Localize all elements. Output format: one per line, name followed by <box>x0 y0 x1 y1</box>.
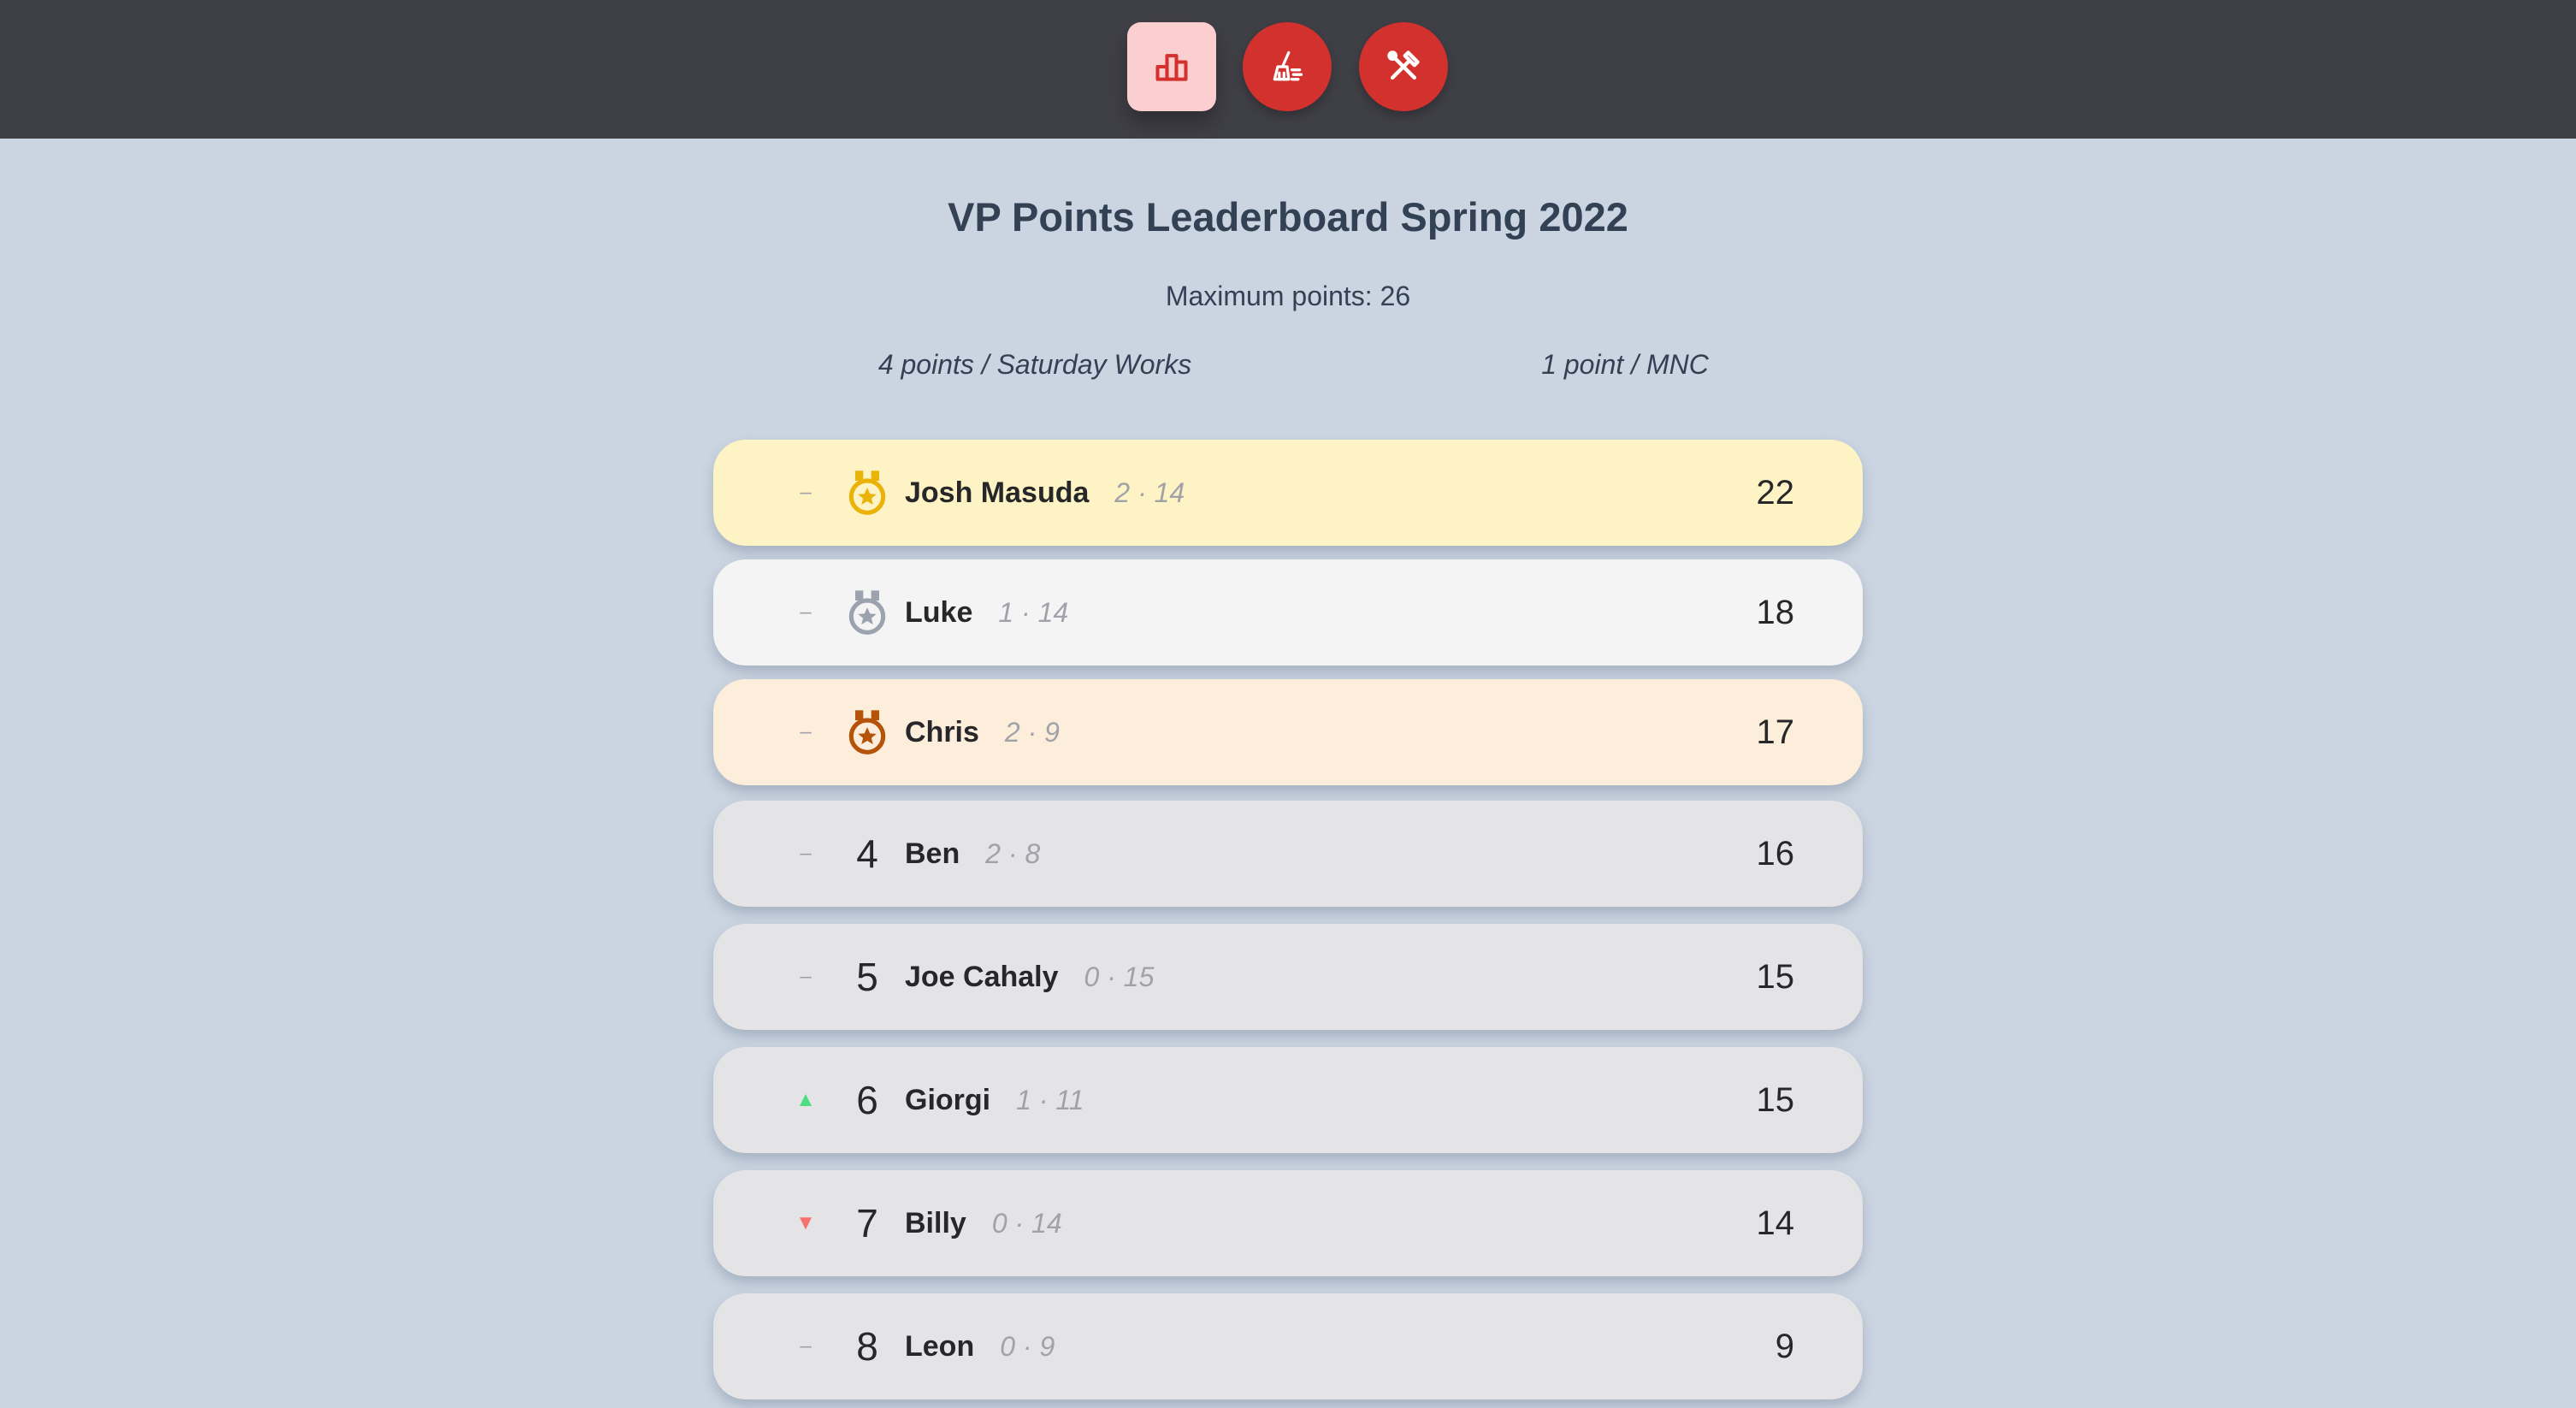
leaderboard-row[interactable]: – Luke 1 · 14 18 <box>713 559 1863 666</box>
player-rank: 7 <box>856 1201 878 1245</box>
player-name: Joe Cahaly 0 · 15 <box>905 960 1155 993</box>
silver-medal-icon <box>848 590 886 635</box>
player-score: 9 <box>1775 1327 1794 1365</box>
leaderboard-row[interactable]: – 8 Leon 0 · 9 9 <box>713 1293 1863 1399</box>
leaderboard-row[interactable]: – 5 Joe Cahaly 0 · 15 15 <box>713 924 1863 1030</box>
leaderboard-row[interactable]: – 4 Ben 2 · 8 16 <box>713 801 1863 907</box>
tools-nav-button[interactable] <box>1359 22 1448 111</box>
player-score: 15 <box>1756 1080 1795 1119</box>
player-name: Josh Masuda 2 · 14 <box>905 476 1185 509</box>
player-rank: 8 <box>856 1324 878 1369</box>
player-breakdown: 0 · 14 <box>991 1207 1062 1239</box>
top-nav-bar <box>0 0 2576 139</box>
player-name: Chris 2 · 9 <box>905 715 1060 748</box>
player-rank: 5 <box>856 955 878 999</box>
leaderboard-row[interactable]: ▲ 6 Giorgi 1 · 11 15 <box>713 1047 1863 1153</box>
trend-neutral-icon: – <box>800 842 812 865</box>
player-name: Billy 0 · 14 <box>905 1206 1062 1239</box>
player-score: 22 <box>1756 473 1795 512</box>
mnc-rule: 1 point / MNC <box>1541 349 1709 380</box>
bronze-medal-icon <box>848 710 886 754</box>
leaderboard-row[interactable]: ▼ 7 Billy 0 · 14 14 <box>713 1170 1863 1276</box>
player-breakdown: 1 · 11 <box>1016 1084 1084 1115</box>
chores-nav-button[interactable] <box>1243 22 1332 111</box>
player-name: Giorgi 1 · 11 <box>905 1083 1084 1116</box>
player-breakdown: 2 · 14 <box>1114 476 1185 508</box>
leaderboard-nav-button[interactable] <box>1127 22 1216 111</box>
player-breakdown: 2 · 9 <box>1004 716 1060 748</box>
player-name: Leon 0 · 9 <box>905 1329 1055 1363</box>
trend-neutral-icon: – <box>800 481 812 504</box>
player-score: 14 <box>1756 1204 1795 1242</box>
leaderboard-row[interactable]: – Chris 2 · 9 17 <box>713 679 1863 785</box>
trend-neutral-icon: – <box>800 965 812 988</box>
player-breakdown: 0 · 9 <box>1000 1330 1055 1362</box>
tools-icon <box>1387 50 1420 80</box>
player-name: Ben 2 · 8 <box>905 837 1041 870</box>
player-score: 18 <box>1756 593 1795 631</box>
trend-neutral-icon: – <box>800 720 812 743</box>
player-name: Luke 1 · 14 <box>905 595 1069 629</box>
player-rank: 4 <box>856 831 878 876</box>
page-title: VP Points Leaderboard Spring 2022 <box>948 194 1628 240</box>
player-breakdown: 2 · 8 <box>985 837 1041 869</box>
player-score: 16 <box>1756 834 1795 873</box>
trend-down-icon: ▼ <box>795 1211 816 1234</box>
leaderboard-row[interactable]: – Josh Masuda 2 · 14 22 <box>713 440 1863 546</box>
player-breakdown: 0 · 15 <box>1084 961 1155 992</box>
saturday-works-rule: 4 points / Saturday Works <box>877 349 1192 380</box>
trend-up-icon: ▲ <box>795 1088 816 1111</box>
player-score: 15 <box>1756 957 1795 996</box>
player-score: 17 <box>1756 713 1795 751</box>
player-rank: 6 <box>856 1078 878 1122</box>
broom-icon <box>1273 50 1303 81</box>
trend-neutral-icon: – <box>800 1334 812 1358</box>
trend-neutral-icon: – <box>800 600 812 624</box>
leaderboard-icon <box>1155 54 1188 81</box>
player-breakdown: 1 · 14 <box>998 596 1069 628</box>
gold-medal-icon <box>848 470 886 515</box>
max-points-text: Maximum points: 26 <box>1165 281 1411 311</box>
